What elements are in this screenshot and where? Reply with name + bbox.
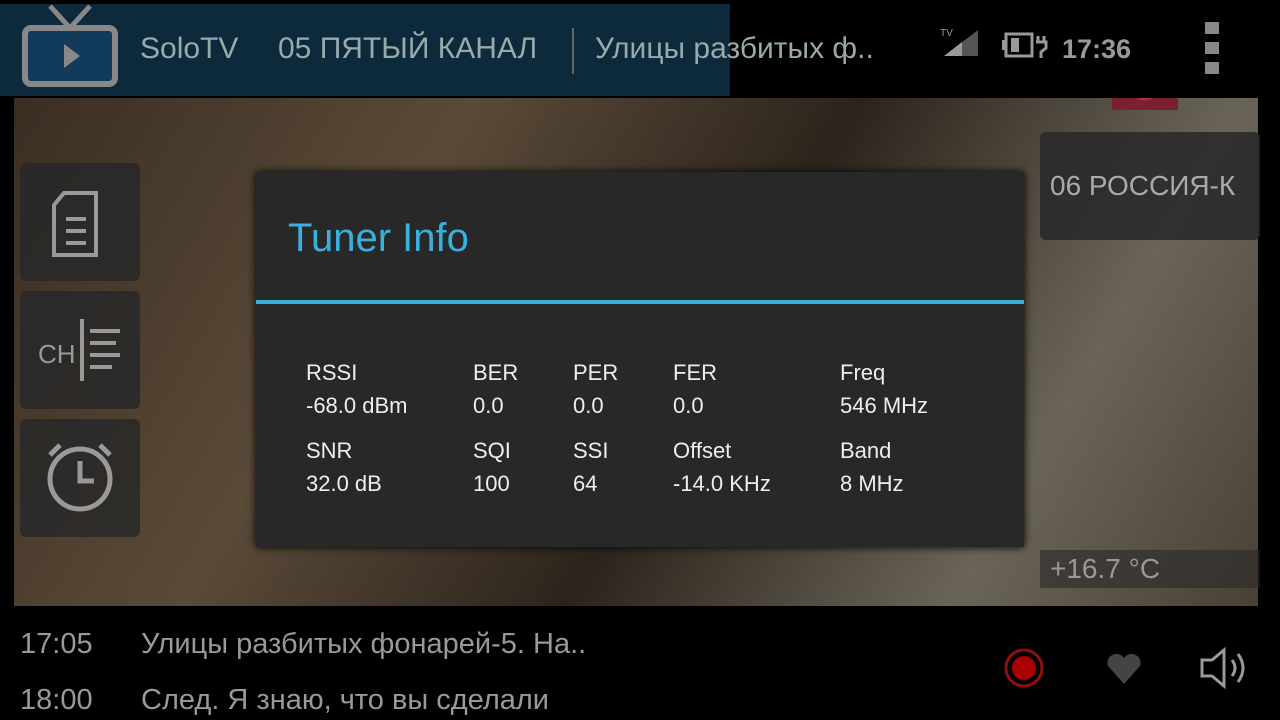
schedule-title: След. Я знаю, что вы сделали bbox=[141, 684, 550, 716]
tuner-stat: Freq 546 MHz bbox=[840, 356, 928, 422]
stat-value: 100 bbox=[473, 471, 510, 496]
stat-label: SQI bbox=[473, 438, 511, 463]
tuner-stat: Offset -14.0 KHz bbox=[673, 434, 771, 500]
schedule-time: 17:05 bbox=[20, 628, 93, 660]
tv-signal-icon: TV bbox=[940, 28, 978, 56]
dialog-title: Tuner Info bbox=[288, 216, 469, 260]
stat-label: PER bbox=[573, 360, 619, 385]
schedule-item[interactable]: 18:00 След. Я знаю, что вы сделали bbox=[20, 684, 549, 717]
stat-label: SNR bbox=[306, 438, 353, 463]
temperature-overlay: +16.7 °C bbox=[1040, 550, 1260, 588]
alarm-clock-icon bbox=[47, 443, 113, 512]
stat-value: -14.0 KHz bbox=[673, 471, 771, 496]
more-vert-icon[interactable] bbox=[1205, 22, 1221, 82]
stat-value: 32.0 dB bbox=[306, 471, 382, 496]
program-guide: 17:05 Улицы разбитых фонарей-5. На.. 18:0… bbox=[0, 606, 1280, 720]
tuner-stat: FER 0.0 bbox=[673, 356, 717, 422]
channel-list-icon: CH bbox=[38, 319, 120, 381]
stat-label: Band bbox=[840, 438, 892, 463]
stat-value: 546 MHz bbox=[840, 393, 929, 418]
top-bar: SoloTV 05 ПЯТЫЙ КАНАЛ Улицы разбитых ф..… bbox=[0, 0, 1280, 98]
stat-label: SSI bbox=[573, 438, 609, 463]
stat-value: 64 bbox=[573, 471, 598, 496]
schedule-item[interactable]: 17:05 Улицы разбитых фонарей-5. На.. bbox=[20, 628, 586, 661]
divider bbox=[572, 28, 574, 74]
clock: 17:36 bbox=[1062, 34, 1132, 64]
alarm-button[interactable] bbox=[20, 419, 140, 537]
tuner-stat: SNR 32.0 dB bbox=[306, 434, 382, 500]
volume-icon[interactable] bbox=[1198, 646, 1250, 690]
stat-value: 0.0 bbox=[673, 393, 704, 418]
stat-value: 8 MHz bbox=[840, 471, 904, 496]
battery-charging-icon bbox=[1002, 32, 1048, 58]
channel-list-button[interactable]: CH bbox=[20, 291, 140, 409]
stat-label: BER bbox=[473, 360, 519, 385]
tuner-info-dialog: Tuner Info RSSI -68.0 dBm BER 0.0 PER 0.0 FER 0… bbox=[256, 172, 1024, 547]
stat-label: Offset bbox=[673, 438, 732, 463]
tuner-stat: SQI 100 bbox=[473, 434, 511, 500]
tuner-stat: SSI 64 bbox=[573, 434, 608, 500]
tuner-stat: PER 0.0 bbox=[573, 356, 618, 422]
favorite-heart-icon[interactable] bbox=[1104, 650, 1144, 686]
schedule-title: Улицы разбитых фонарей-5. На.. bbox=[141, 628, 587, 660]
tuner-stat: RSSI -68.0 dBm bbox=[306, 356, 408, 422]
next-channel-button[interactable]: 06 РОССИЯ-К bbox=[1040, 132, 1260, 240]
app-name: SoloTV bbox=[140, 32, 239, 65]
stat-value: 0.0 bbox=[573, 393, 604, 418]
channel-list-label: CH bbox=[38, 339, 76, 369]
epg-button[interactable] bbox=[20, 163, 140, 281]
stat-label: FER bbox=[673, 360, 717, 385]
record-icon[interactable] bbox=[1002, 646, 1046, 690]
stat-value: -68.0 dBm bbox=[306, 393, 408, 418]
schedule-time: 18:00 bbox=[20, 684, 93, 716]
svg-text:TV: TV bbox=[940, 28, 953, 39]
stat-label: RSSI bbox=[306, 360, 358, 385]
current-channel[interactable]: 05 ПЯТЫЙ КАНАЛ bbox=[278, 32, 537, 66]
epg-document-icon bbox=[52, 191, 98, 257]
stat-value: 0.0 bbox=[473, 393, 504, 418]
tuner-stat: BER 0.0 bbox=[473, 356, 518, 422]
app-logo-tv-icon[interactable] bbox=[20, 4, 120, 88]
title-divider bbox=[256, 300, 1024, 304]
stat-label: Freq bbox=[840, 360, 886, 385]
tuner-stat: Band 8 MHz bbox=[840, 434, 904, 500]
current-program: Улицы разбитых ф.. bbox=[595, 32, 874, 65]
